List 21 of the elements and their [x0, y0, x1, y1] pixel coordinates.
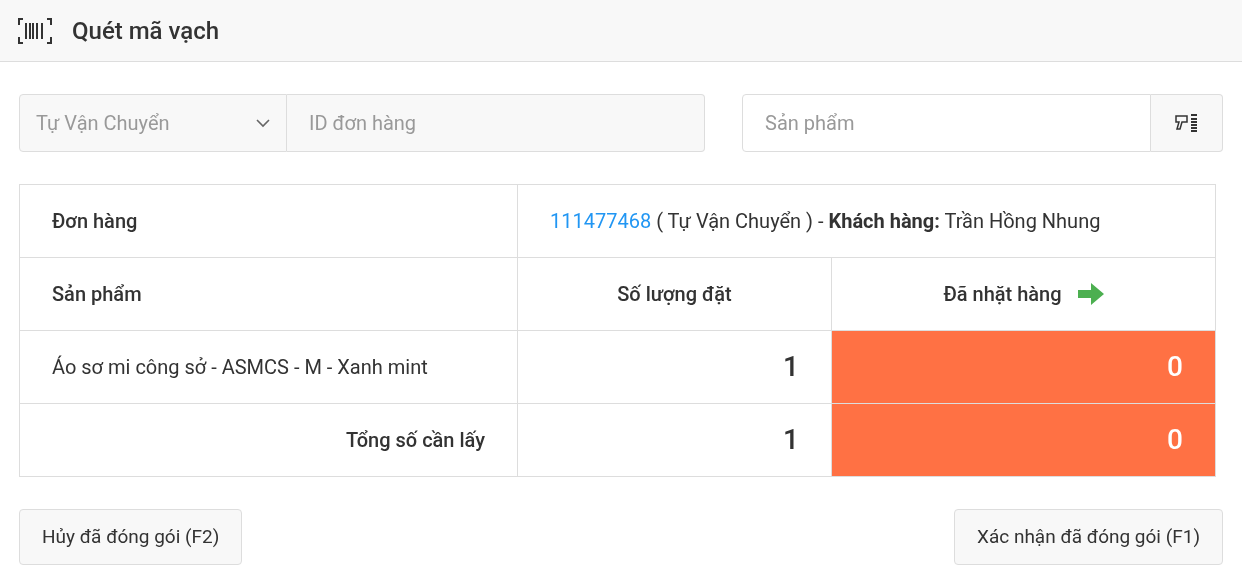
confirm-packing-button[interactable]: Xác nhận đã đóng gói (F1) — [954, 509, 1223, 565]
total-label: Tổng số cần lấy — [345, 428, 485, 452]
product-name: Áo sơ mi công sở - ASMCS - M - Xanh mint — [52, 355, 428, 379]
total-ordered: 1 — [783, 423, 799, 456]
cancel-packing-button[interactable]: Hủy đã đóng gói (F2) — [19, 509, 243, 565]
barcode-icon — [18, 16, 52, 45]
order-id-field[interactable]: ID đơn hàng — [287, 94, 705, 152]
picked-quantity: 0 — [831, 330, 1216, 404]
ordered-quantity: 1 — [783, 350, 799, 383]
total-picked: 0 — [831, 403, 1216, 477]
chevron-down-icon — [256, 118, 270, 128]
order-label: Đơn hàng — [52, 209, 138, 233]
column-header: Số lượng đặt — [617, 282, 732, 306]
order-details: 111477468 ( Tự Vận Chuyển ) - Khách hàng: Trần Hồng Nhung — [550, 209, 1101, 233]
scan-button[interactable] — [1151, 94, 1223, 152]
page-title: Quét mã vạch — [72, 15, 220, 47]
arrow-right-icon — [1077, 283, 1104, 305]
barcode-scanner-icon — [1173, 112, 1200, 134]
product-field[interactable]: Sản phẩm — [742, 94, 1151, 152]
column-header: Sản phẩm — [52, 282, 142, 306]
column-header: Đã nhặt hàng — [943, 281, 1062, 308]
